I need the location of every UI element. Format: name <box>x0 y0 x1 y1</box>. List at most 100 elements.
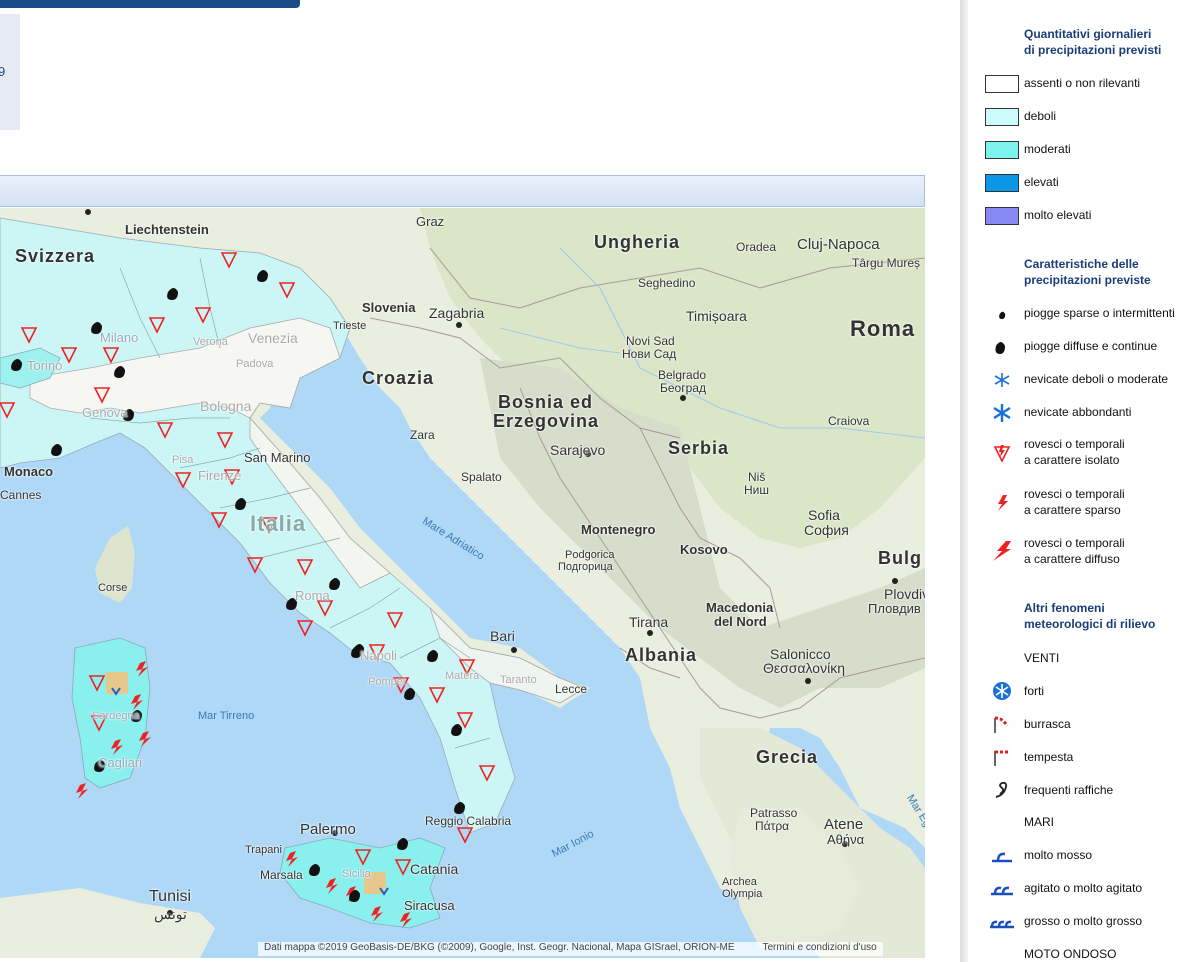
label-san-marino: San Marino <box>244 450 311 465</box>
legend-label-storm-scattered-1: rovesci o temporali <box>1024 487 1125 501</box>
label-spalato: Spalato <box>461 470 502 484</box>
label-nis: Niš <box>748 470 766 484</box>
swatch-elevati <box>985 174 1019 192</box>
label-belgrado-cyr: Београд <box>660 381 706 395</box>
wind-storm-icon <box>990 746 1014 768</box>
sea-heavy-icon <box>990 911 1014 933</box>
legend-other-title-1: Altri fenomeni <box>1024 601 1105 615</box>
label-pisa: Pisa <box>172 454 194 466</box>
map-terms-link[interactable]: Termini e condizioni d'uso <box>763 942 877 953</box>
legend-label-storm-isolated-1: rovesci o temporali <box>1024 437 1125 451</box>
legend-label-deboli: deboli <box>1024 109 1057 123</box>
wind-gusts-icon <box>990 779 1014 801</box>
label-reggio: Reggio Calabria <box>425 814 512 828</box>
storm-isolated-icon <box>990 442 1014 464</box>
map-panel: 9 Svizzera Liechtenstein Ungheria Roma S… <box>0 0 960 962</box>
label-tirana: Tirana <box>629 614 669 630</box>
legend-label-storm-scattered-2: a carattere sparso <box>1024 503 1121 517</box>
label-sicilia: Sicilia <box>342 868 371 880</box>
legend-label-sea-heavy: grosso o molto grosso <box>1024 914 1143 928</box>
label-archea-olympia: Archea Olympia <box>722 876 763 900</box>
label-corse: Corse <box>98 582 128 594</box>
label-serbia: Serbia <box>668 438 730 458</box>
label-sofia-cyr: София <box>804 522 849 538</box>
label-monaco: Monaco <box>4 464 54 479</box>
legend-characteristics-title-2: precipitazioni previste <box>1024 273 1151 287</box>
legend-label-storm-isolated-2: a carattere isolato <box>1024 453 1120 467</box>
legend-label-assenti: assenti o non rilevanti <box>1024 76 1141 90</box>
legend-label-sea-agitated: agitato o molto agitato <box>1024 881 1143 895</box>
label-kosovo: Kosovo <box>680 542 728 557</box>
label-italia: Italia <box>250 511 307 536</box>
map-credits: Dati mappa ©2019 GeoBasis-DE/BKG (©2009)… <box>264 942 735 953</box>
legend-quantities-title-1: Quantitativi giornalieri <box>1024 27 1152 41</box>
label-belgrado: Belgrado <box>658 368 707 382</box>
legend-other-title: Altri fenomeni meteorologici di rilievo <box>1024 600 1155 632</box>
label-catania: Catania <box>410 861 459 877</box>
label-patrasso: Patrasso <box>750 806 798 820</box>
label-craiova: Craiova <box>828 414 870 428</box>
legend-label-snow-light: nevicate deboli o moderate <box>1024 372 1169 386</box>
wind-gale-icon <box>990 713 1014 735</box>
weather-map[interactable]: Svizzera Liechtenstein Ungheria Roma Slo… <box>0 208 925 958</box>
label-liechtenstein: Liechtenstein <box>125 222 209 237</box>
label-roma-city: Roma <box>295 588 330 603</box>
map-header-bar <box>0 175 925 207</box>
legend-label-storm-isolated: rovesci o temporali a carattere isolato <box>1024 436 1125 468</box>
label-cagliari: Cagliari <box>98 755 143 770</box>
legend-label-wind-gale: burrasca <box>1024 717 1071 731</box>
label-bulgaria: Bulg <box>878 548 922 568</box>
legend-quantities-title: Quantitativi giornalieri di precipitazio… <box>1024 26 1161 58</box>
label-matera: Matera <box>445 670 480 682</box>
label-patrasso-gr: Πάτρα <box>755 819 790 833</box>
label-novi-sad: Novi Sad <box>626 334 675 348</box>
label-zagabria: Zagabria <box>429 305 485 321</box>
label-venezia: Venezia <box>248 330 298 346</box>
legend-label-wind-storm: tempesta <box>1024 750 1074 764</box>
label-bosnia-1: Bosnia ed <box>498 392 594 412</box>
label-padova: Padova <box>236 358 274 370</box>
label-trapani: Trapani <box>245 844 282 856</box>
label-milano: Milano <box>100 330 139 345</box>
label-sardegna: Sardegna <box>92 710 140 722</box>
label-ungheria: Ungheria <box>594 232 681 252</box>
legend-panel: Quantitativi giornalieri di precipitazio… <box>968 0 1200 962</box>
label-tunisi: Tunisi <box>149 888 192 905</box>
label-plovdiv-cyr: Пловдив <box>868 601 921 616</box>
label-verona: Verona <box>193 336 228 348</box>
label-tunisi-ar: تونس <box>154 906 187 922</box>
storm-scattered-icon <box>990 492 1014 514</box>
snow-light-icon <box>990 369 1014 391</box>
label-marsala: Marsala <box>260 868 303 882</box>
label-lecce: Lecce <box>555 682 588 696</box>
map-footer: Dati mappa ©2019 GeoBasis-DE/BKG (©2009)… <box>258 942 883 956</box>
legend-other-title-2: meteorologici di rilievo <box>1024 617 1156 631</box>
label-podgorica-cyr: Подгорица <box>558 561 613 573</box>
label-zara: Zara <box>410 428 435 442</box>
legend-characteristics-title-1: Caratteristiche delle <box>1024 257 1139 271</box>
legend-label-rain-scattered: piogge sparse o intermittenti <box>1024 306 1175 320</box>
label-bologna: Bologna <box>200 398 252 414</box>
label-oradea: Oradea <box>736 240 777 254</box>
storm-widespread-icon <box>990 540 1014 562</box>
legend-moto-ondoso-header: MOTO ONDOSO <box>1024 947 1117 961</box>
label-cannes: Cannes <box>0 488 42 502</box>
label-macedonia-1: Macedonia <box>706 600 774 615</box>
label-trieste: Trieste <box>333 320 367 332</box>
label-sarajevo: Sarajevo <box>550 442 606 458</box>
label-palermo: Palermo <box>300 821 356 838</box>
label-mar-tirreno: Mar Tirreno <box>198 710 255 722</box>
label-graz: Graz <box>416 214 445 229</box>
sea-rough-icon <box>990 845 1014 867</box>
legend-label-wind-gusts: frequenti raffiche <box>1024 783 1114 797</box>
page-header-bar <box>0 0 300 8</box>
legend-venti-header: VENTI <box>1024 651 1060 665</box>
label-nis-cyr: Ниш <box>744 483 769 497</box>
label-novi-sad-cyr: Нови Сад <box>622 347 677 361</box>
label-montenegro: Montenegro <box>581 522 656 537</box>
label-slovenia: Slovenia <box>362 300 416 315</box>
legend-label-sea-rough: molto mosso <box>1024 848 1093 862</box>
legend-label-moderati: moderati <box>1024 142 1071 156</box>
label-bosnia-2: Erzegovina <box>493 411 600 431</box>
legend-label-storm-widespread-1: rovesci o temporali <box>1024 536 1125 550</box>
